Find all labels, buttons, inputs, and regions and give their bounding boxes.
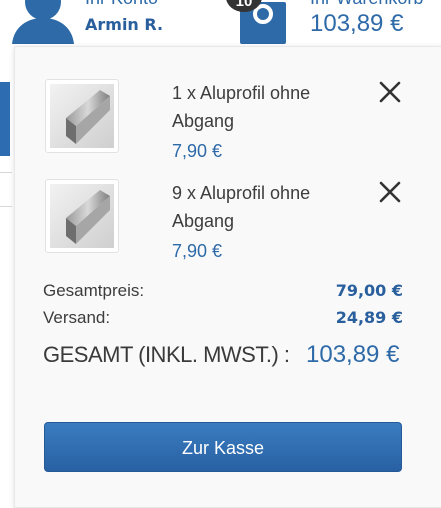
cart-item-price: 7,90 € [172, 241, 223, 261]
checkout-button[interactable]: Zur Kasse [44, 422, 402, 472]
product-thumbnail[interactable] [45, 179, 119, 253]
subtotal-label: Gesamtpreis: [43, 281, 145, 300]
user-icon[interactable] [12, 0, 74, 44]
cart-item: 1 x Aluprofil ohne Abgang 7,90 € [15, 79, 441, 174]
background-blue-element [0, 82, 10, 156]
mini-cart-dropdown: 1 x Aluprofil ohne Abgang 7,90 € 9 x Alu… [14, 46, 441, 508]
grand-total-value: 103,89 € [306, 341, 400, 368]
shipping-row: Versand: 24,89 € [43, 308, 403, 332]
shipping-label: Versand: [43, 308, 111, 327]
cart-item-price: 7,90 € [172, 141, 223, 161]
close-icon[interactable] [377, 179, 403, 205]
product-thumbnail[interactable] [45, 79, 119, 153]
cart-total-header[interactable]: 103,89 € [310, 10, 403, 38]
subtotal-row: Gesamtpreis: 79,00 € [43, 281, 403, 305]
background-divider [0, 172, 12, 173]
cart-item-name[interactable]: 1 x Aluprofil ohne Abgang [172, 79, 352, 135]
grand-total-label: GESAMT (INKL. MWST.) : [43, 342, 290, 367]
subtotal-value: 79,00 € [335, 281, 403, 300]
account-name[interactable]: Armin R. [85, 15, 163, 34]
close-icon[interactable] [377, 79, 403, 105]
shipping-value: 24,89 € [335, 308, 403, 327]
cart-item: 9 x Aluprofil ohne Abgang 7,90 € [15, 179, 441, 274]
account-label[interactable]: Ihr Konto [85, 0, 158, 9]
background-divider [0, 206, 12, 207]
cart-label[interactable]: Ihr Warenkorb [310, 0, 423, 9]
cart-item-name[interactable]: 9 x Aluprofil ohne Abgang [172, 179, 352, 235]
